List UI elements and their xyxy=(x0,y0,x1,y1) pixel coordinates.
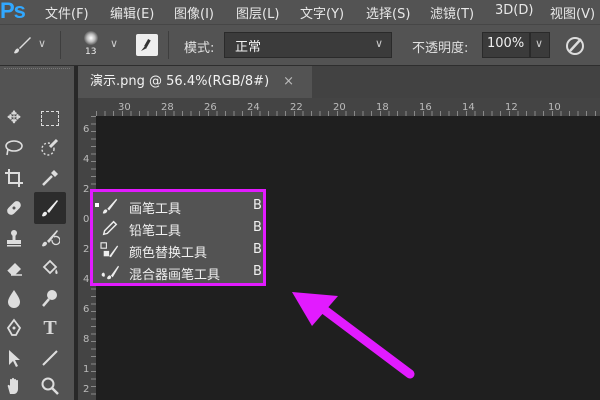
annotation-arrow xyxy=(292,292,415,379)
arrow-head xyxy=(292,292,338,326)
arrow-shaft xyxy=(313,300,415,379)
